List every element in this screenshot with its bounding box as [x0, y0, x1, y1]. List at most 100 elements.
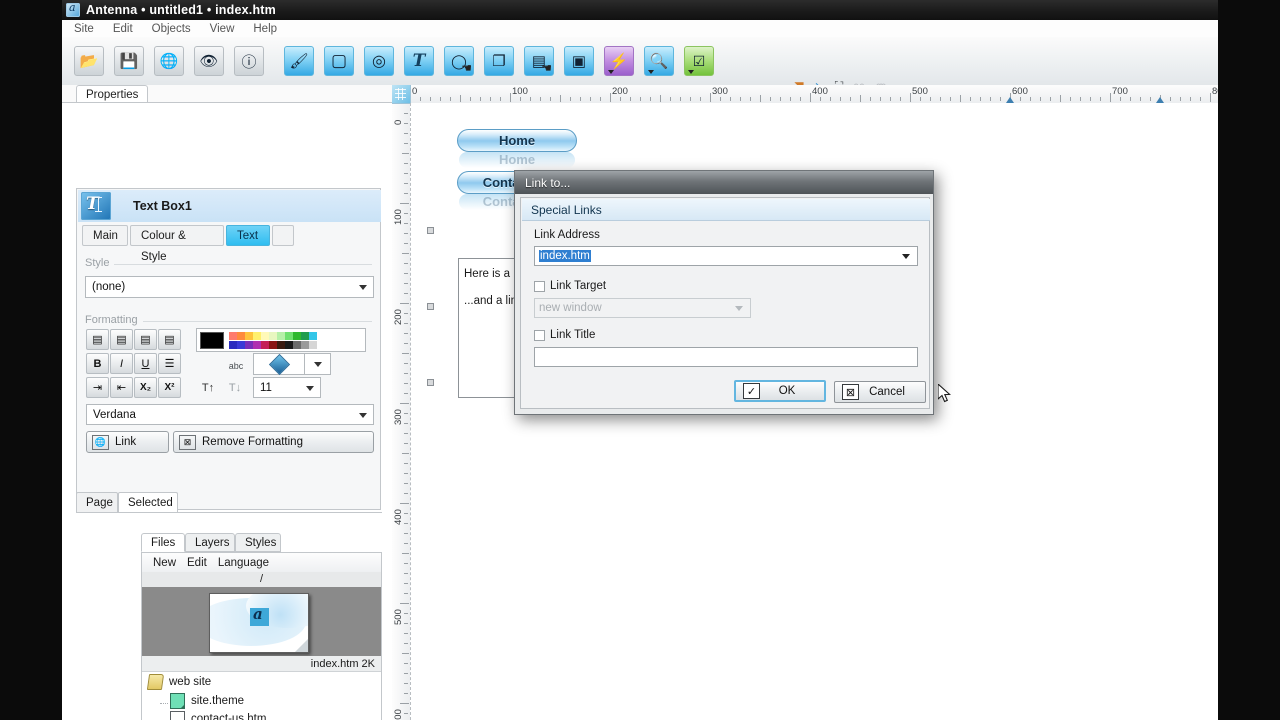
tab-styles[interactable]: Styles	[235, 533, 281, 552]
colour-swatch[interactable]	[301, 341, 309, 349]
info-button[interactable]: ⓘ	[234, 46, 264, 76]
align-center-button[interactable]: ▤	[110, 329, 133, 350]
save-button[interactable]: 💾	[114, 46, 144, 76]
tab-layers[interactable]: Layers	[185, 533, 235, 552]
palette-row-1[interactable]	[229, 332, 317, 340]
menu-item-objects[interactable]: Objects	[152, 23, 191, 35]
colour-swatch[interactable]	[269, 332, 277, 340]
colour-swatch[interactable]	[285, 341, 293, 349]
colour-swatch[interactable]	[277, 341, 285, 349]
colour-swatch[interactable]	[229, 341, 237, 349]
font-family-select[interactable]: Verdana	[86, 404, 374, 425]
colour-swatch[interactable]	[245, 332, 253, 340]
colour-swatch[interactable]	[277, 332, 285, 340]
align-right-button[interactable]: ▤	[134, 329, 157, 350]
align-left-button[interactable]: ▤	[86, 329, 109, 350]
chevron-down-icon[interactable]	[735, 306, 743, 311]
link-title-checkbox[interactable]	[534, 330, 545, 341]
chevron-down-icon[interactable]	[902, 254, 910, 259]
underline-button[interactable]: U	[134, 353, 157, 374]
file-tree-item[interactable]: contact-us.htm	[142, 710, 381, 720]
increase-font-button[interactable]: T↑	[196, 377, 220, 398]
open-site-button[interactable]: 📂	[74, 46, 104, 76]
tab-text[interactable]: Text	[226, 225, 270, 246]
decrease-font-button[interactable]: T↓	[223, 377, 247, 398]
menu-item-edit[interactable]: Edit	[113, 23, 133, 35]
bullet-list-button[interactable]: ☰	[158, 353, 181, 374]
italic-button[interactable]: I	[110, 353, 133, 374]
tab-page[interactable]: Page	[76, 492, 118, 513]
bold-button[interactable]: B	[86, 353, 109, 374]
menu-item-view[interactable]: View	[210, 23, 235, 35]
colour-swatch[interactable]	[237, 341, 245, 349]
colour-swatch[interactable]	[309, 332, 317, 340]
colour-swatch[interactable]	[285, 332, 293, 340]
file-tree-item[interactable]: site.theme	[142, 692, 381, 711]
colour-swatch[interactable]	[293, 332, 301, 340]
files-menu-edit[interactable]: Edit	[187, 557, 207, 569]
indent-button[interactable]: ⇥	[86, 377, 109, 398]
colour-swatch[interactable]	[269, 341, 277, 349]
link-address-input[interactable]: index.htm	[534, 246, 918, 266]
colour-swatch[interactable]	[245, 341, 253, 349]
link-button[interactable]: 🌐 Link	[86, 431, 169, 453]
font-size-select[interactable]: 11	[253, 377, 321, 398]
ok-button[interactable]: ✓ OK	[734, 380, 826, 402]
effects-button[interactable]: ⚡	[604, 46, 634, 76]
superscript-button[interactable]: X²	[158, 377, 181, 398]
colour-swatch[interactable]	[293, 341, 301, 349]
file-tree-item[interactable]: web site	[142, 673, 381, 692]
link-target-checkbox[interactable]	[534, 281, 545, 292]
insert-text-button[interactable]: T	[404, 46, 434, 76]
selection-handle[interactable]	[427, 379, 434, 386]
insert-media-button[interactable]: ▣	[564, 46, 594, 76]
outdent-button[interactable]: ⇤	[110, 377, 133, 398]
spellcheck-button[interactable]: abc	[224, 355, 248, 376]
files-menu-new[interactable]: New	[153, 557, 176, 569]
vertical-ruler[interactable]: 0100200300400500600	[392, 103, 411, 720]
text-colour-button[interactable]	[253, 353, 305, 375]
colour-swatch[interactable]	[261, 341, 269, 349]
insert-menu-button[interactable]: ▤☚	[524, 46, 554, 76]
current-colour-swatch[interactable]	[200, 332, 224, 349]
tab-colour-style[interactable]: Colour & Style	[130, 225, 224, 246]
tab-selected[interactable]: Selected	[118, 492, 178, 513]
cancel-button[interactable]: ⊠ Cancel	[834, 381, 926, 403]
colour-swatch[interactable]	[301, 332, 309, 340]
insert-theme-button[interactable]: 🖌	[284, 46, 314, 76]
text-colour-dropdown[interactable]	[305, 353, 331, 375]
horizontal-ruler[interactable]: 0100200300400500600700800	[392, 85, 1218, 104]
tab-files[interactable]: Files	[141, 533, 185, 552]
link-title-input[interactable]	[534, 347, 918, 367]
subscript-button[interactable]: X₂	[134, 377, 157, 398]
insert-gallery-button[interactable]: ❐	[484, 46, 514, 76]
menu-item-help[interactable]: Help	[253, 23, 277, 35]
palette-row-2[interactable]	[229, 341, 317, 349]
preview-button[interactable]: 👁	[194, 46, 224, 76]
selection-handle[interactable]	[427, 227, 434, 234]
insert-box-button[interactable]: ▢	[324, 46, 354, 76]
selection-handle[interactable]	[427, 303, 434, 310]
style-select[interactable]: (none)	[85, 276, 374, 298]
ruler-origin-grid-icon[interactable]	[392, 85, 411, 104]
dialog-title-bar[interactable]: Link to...	[515, 171, 933, 194]
tab-overflow[interactable]	[272, 225, 294, 246]
file-tree[interactable]: web sitesite.themecontact-us.htmfreeform…	[142, 673, 381, 720]
colour-swatch[interactable]	[309, 341, 317, 349]
align-justify-button[interactable]: ▤	[158, 329, 181, 350]
insert-button-button[interactable]: ◯☚	[444, 46, 474, 76]
colour-swatch[interactable]	[253, 341, 261, 349]
menu-item-site[interactable]: Site	[74, 23, 94, 35]
zoom-button[interactable]: 🔍	[644, 46, 674, 76]
publish-button[interactable]: 🌐	[154, 46, 184, 76]
colour-swatch[interactable]	[253, 332, 261, 340]
tab-properties[interactable]: Properties	[76, 85, 148, 103]
remove-formatting-button[interactable]: ⊠ Remove Formatting	[173, 431, 374, 453]
files-menu-language[interactable]: Language	[218, 557, 269, 569]
colour-swatch[interactable]	[237, 332, 245, 340]
home-web-button[interactable]: Home	[457, 129, 577, 152]
colour-palette[interactable]	[196, 328, 366, 352]
colour-swatch[interactable]	[229, 332, 237, 340]
insert-image-button[interactable]: ◎	[364, 46, 394, 76]
form-button[interactable]: ☑	[684, 46, 714, 76]
